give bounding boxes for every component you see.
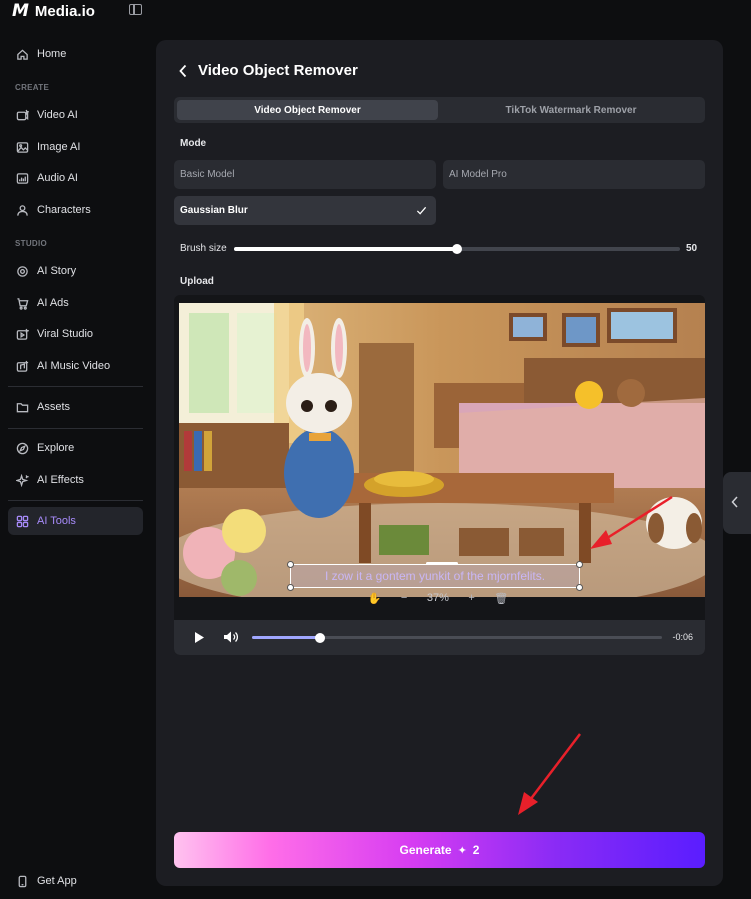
home-icon [16,48,29,61]
sidebar-item-explore[interactable]: Explore [8,434,143,462]
ai-ads-icon [16,297,29,310]
mode-basic-model[interactable]: Basic Model [174,160,436,189]
brush-size-value: 50 [686,243,698,254]
play-icon[interactable] [194,631,205,644]
characters-icon [16,204,29,217]
subtitle-text: I zow it a gontem yunkit of the mjornfel… [324,569,546,583]
upload-label: Upload [180,276,214,287]
sidebar-item-ai-ads[interactable]: AI Ads [8,289,143,317]
progress-thumb[interactable] [315,632,326,643]
sidebar-item-label: AI Effects [37,474,84,486]
grid-icon [16,515,29,528]
section-label-studio: STUDIO [15,239,48,248]
sidebar-item-label: AI Story [37,265,77,277]
resize-handle[interactable] [576,584,583,591]
sidebar-item-audio-ai[interactable]: Audio AI [8,164,143,192]
slider-thumb[interactable] [452,244,462,254]
sidebar-item-viral-studio[interactable]: Viral Studio [8,320,143,348]
sidebar-item-image-ai[interactable]: Image AI [8,133,143,161]
sidebar-item-ai-music-video[interactable]: AI Music Video [8,352,143,380]
brush-size-label: Brush size [180,243,227,254]
generate-button[interactable]: Generate ✦ 2 [174,832,705,868]
folder-icon [16,401,29,414]
resize-handle[interactable] [287,584,294,591]
sidebar-item-label: Video AI [37,109,78,121]
resize-handle[interactable] [576,561,583,568]
subtitle-selection-box[interactable]: I zow it a gontem yunkit of the mjornfel… [287,561,583,591]
video-thumbnail-image [179,303,705,597]
sidebar-item-label: AI Ads [37,297,69,309]
video-controls: -0:06 [174,620,705,655]
page-title: Video Object Remover [198,62,358,79]
sidebar-item-label: Viral Studio [37,328,94,340]
viral-studio-icon [16,328,29,341]
image-ai-icon [16,141,29,154]
zoom-in-icon[interactable]: + [468,592,474,604]
brand[interactable]: M Media.io [12,0,95,22]
hand-icon[interactable]: ✋ [368,592,382,605]
sidebar-item-get-app[interactable]: Get App [8,867,143,895]
sidebar-item-label: Get App [37,875,77,887]
divider [8,386,143,387]
sidebar-item-label: Characters [37,204,91,216]
check-icon [416,206,427,215]
mode-option-label: Basic Model [180,169,235,180]
sidebar-item-label: Audio AI [37,172,78,184]
zoom-out-icon[interactable]: − [401,592,407,604]
slider-fill [234,247,457,251]
brand-name: Media.io [34,2,95,20]
media-io-logo: M [12,1,29,21]
credit-sparkle-icon: ✦ [457,844,467,857]
music-video-icon [16,360,29,373]
video-ai-icon [16,109,29,122]
sidebar-collapse-icon[interactable] [129,4,142,15]
back-chevron-icon[interactable] [178,64,188,78]
tab-tiktok-watermark-remover[interactable]: TikTok Watermark Remover [440,100,702,120]
trash-icon[interactable]: 🗑 [494,592,508,605]
brush-size-slider[interactable] [234,244,680,254]
sidebar-item-ai-story[interactable]: AI Story [8,257,143,285]
phone-icon [16,875,29,888]
sidebar-item-label: AI Tools [37,515,76,527]
sidebar-item-label: Assets [37,401,71,413]
zoom-level: 37% [426,592,449,604]
chevron-left-icon [731,496,738,508]
tab-bar: Video Object Remover TikTok Watermark Re… [174,97,705,123]
sidebar-item-home[interactable]: Home [8,40,143,68]
right-panel-toggle[interactable] [723,472,751,534]
sidebar: M Media.io Home CREATE Video AI Image AI… [0,0,152,899]
zoom-toolbar: ✋ − 37% + 🗑 [358,589,518,607]
video-progress-bar[interactable] [252,632,662,643]
resize-handle[interactable] [287,561,294,568]
mode-option-label: Gaussian Blur [180,205,248,216]
volume-icon[interactable] [223,630,239,644]
compass-icon [16,442,29,455]
sidebar-item-label: Home [37,48,67,60]
sidebar-item-video-ai[interactable]: Video AI [8,101,143,129]
audio-ai-icon [16,172,29,185]
sidebar-item-characters[interactable]: Characters [8,196,143,224]
divider [8,428,143,429]
sidebar-item-label: AI Music Video [37,360,111,372]
mode-gaussian-blur[interactable]: Gaussian Blur [174,196,436,225]
mode-label: Mode [180,138,207,149]
tab-video-object-remover[interactable]: Video Object Remover [177,100,438,120]
time-remaining: -0:06 [672,632,693,642]
sidebar-item-label: Image AI [37,141,81,153]
sidebar-item-ai-tools[interactable]: AI Tools [8,507,143,535]
progress-fill [252,636,321,639]
divider [8,500,143,501]
video-frame [179,303,705,597]
mode-ai-model-pro[interactable]: AI Model Pro [443,160,705,189]
ai-story-icon [16,265,29,278]
generate-label: Generate [399,843,452,857]
mode-option-label: AI Model Pro [449,169,507,180]
generate-cost: 2 [472,843,480,857]
sidebar-item-ai-effects[interactable]: AI Effects [8,466,143,494]
section-label-create: CREATE [15,83,50,92]
sparkle-icon [16,473,29,487]
sidebar-item-label: Explore [37,442,75,454]
sidebar-item-assets[interactable]: Assets [8,393,143,421]
